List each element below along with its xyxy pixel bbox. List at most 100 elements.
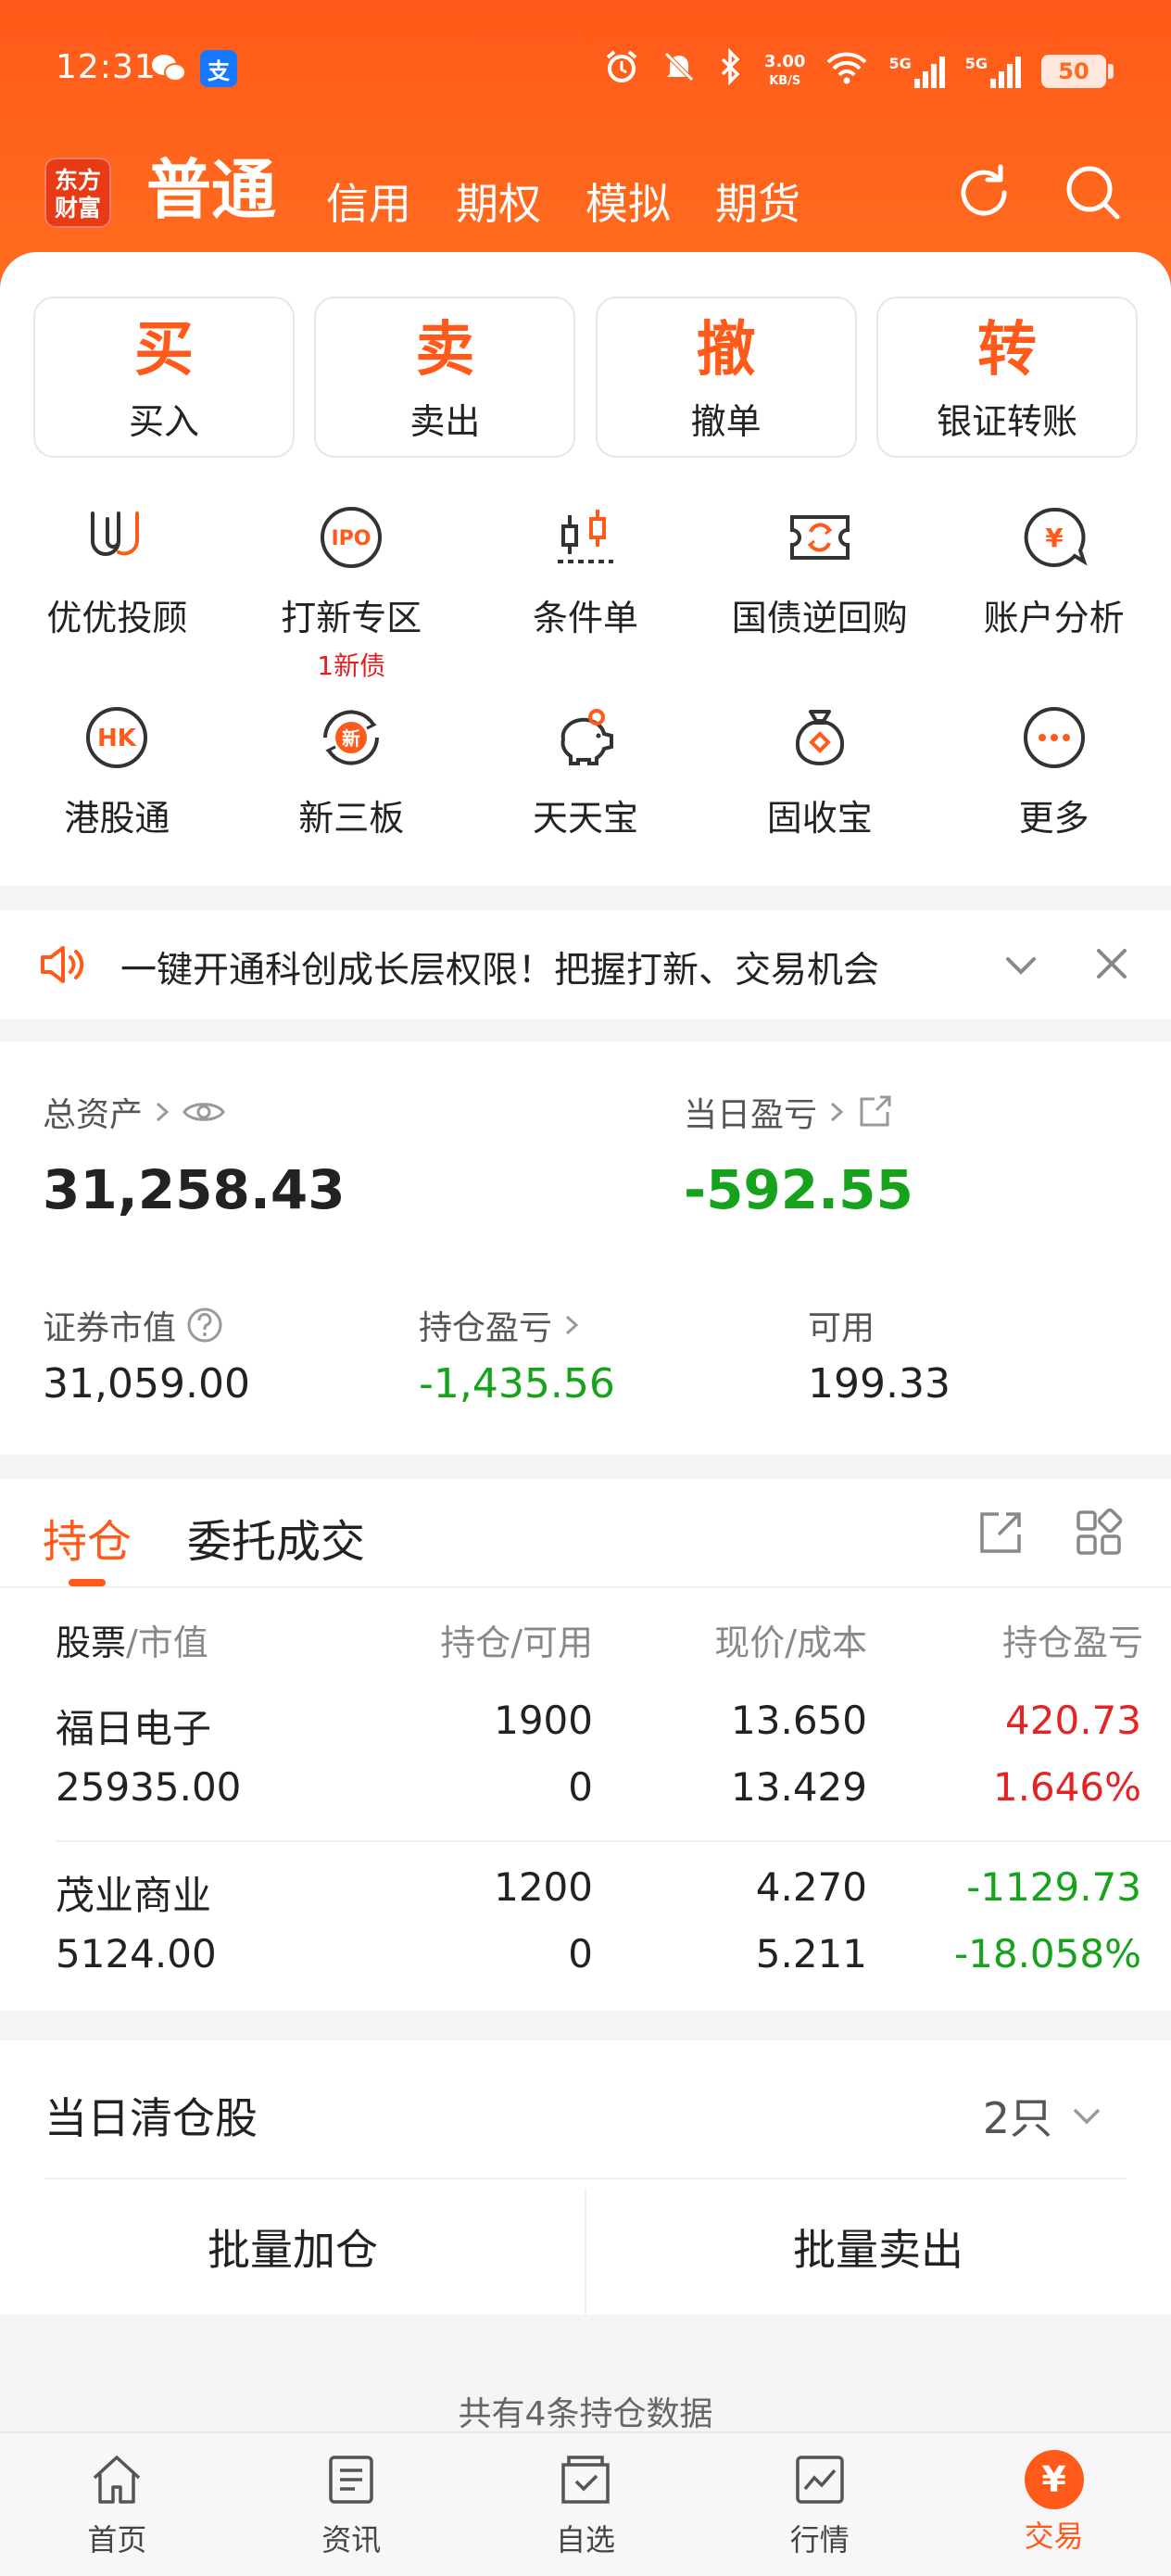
available-value: 199.33 bbox=[808, 1360, 951, 1408]
position-pl-label[interactable]: 持仓盈亏 bbox=[419, 1301, 582, 1349]
tabbar-watchlist[interactable]: 自选 bbox=[469, 2433, 703, 2576]
table-row[interactable]: 福日电子 25935.00 1900 0 13.650 13.429 420.7… bbox=[0, 1690, 1171, 1857]
sell-button[interactable]: 卖 卖出 bbox=[314, 297, 576, 458]
notice-bar[interactable]: 一键开通科创成长层权限！把握打新、交易机会 bbox=[0, 910, 1171, 1019]
daily-pl-label[interactable]: 当日盈亏 bbox=[684, 1088, 893, 1136]
cleared-stocks-section: 当日清仓股 2只 批量加仓 批量卖出 bbox=[0, 2040, 1171, 2315]
holdings-tabs: 持仓 委托成交 bbox=[0, 1479, 1171, 1588]
market-chart-icon bbox=[796, 2456, 844, 2504]
chevron-down-icon bbox=[1073, 2108, 1101, 2125]
news-icon bbox=[329, 2456, 373, 2504]
tab-orders[interactable]: 委托成交 bbox=[187, 1505, 365, 1570]
refresh-icon[interactable] bbox=[952, 161, 1015, 224]
bluetooth-icon bbox=[718, 47, 744, 94]
nav-tab-credit[interactable]: 信用 bbox=[326, 170, 411, 232]
stock-pl: 420.73 bbox=[1005, 1698, 1141, 1743]
nav-tab-simulation[interactable]: 模拟 bbox=[586, 170, 671, 232]
share-icon[interactable] bbox=[856, 1093, 893, 1130]
bank-transfer-button[interactable]: 转 银证转账 bbox=[875, 297, 1138, 458]
grid-item-ipo[interactable]: IPO 打新专区 1新债 bbox=[234, 487, 469, 688]
table-row[interactable]: 茂业商业 5124.00 1200 0 4.270 5.211 -1129.73… bbox=[0, 1857, 1171, 2024]
eye-icon[interactable] bbox=[182, 1096, 226, 1128]
status-time: 12:31 bbox=[56, 48, 157, 86]
new-board-icon: 新 bbox=[323, 710, 380, 765]
tabbar-trade[interactable]: ¥ 交易 bbox=[937, 2433, 1171, 2576]
stock-name: 茂业商业 bbox=[56, 1873, 212, 1918]
stock-market-value: 25935.00 bbox=[56, 1764, 242, 1810]
help-icon[interactable] bbox=[185, 1306, 224, 1345]
uu-icon bbox=[91, 511, 140, 556]
nav-tab-normal[interactable]: 普通 bbox=[146, 138, 276, 232]
chevron-right-icon bbox=[157, 1102, 170, 1122]
row-divider bbox=[56, 1840, 1171, 1842]
signal-5g-icon: 5G bbox=[888, 55, 945, 88]
signal-5g-icon-2: 5G bbox=[965, 55, 1021, 88]
holdings-table-header: 股票 /市值 持仓/可用 现价/成本 持仓盈亏 bbox=[56, 1623, 1141, 1663]
cleared-stocks-count[interactable]: 2只 bbox=[983, 2085, 1104, 2146]
top-nav: 东方 财富 普通 信用 期权 模拟 期货 bbox=[0, 148, 1171, 259]
chevron-right-icon bbox=[566, 1315, 579, 1335]
alipay-icon: 支 bbox=[200, 50, 237, 87]
assets-summary: 总资产 31,258.43 当日盈亏 -592.55 证券市值 31,059.0… bbox=[0, 1042, 1171, 1455]
trade-yen-icon: ¥ bbox=[1024, 2450, 1084, 2509]
batch-add-button[interactable]: 批量加仓 bbox=[0, 2179, 586, 2315]
tabbar-news[interactable]: 资讯 bbox=[234, 2433, 469, 2576]
bottom-tab-bar: 首页 资讯 自选 行情 ¥ 交易 bbox=[0, 2431, 1171, 2576]
stock-available: 0 bbox=[568, 1764, 593, 1810]
wifi-icon bbox=[825, 49, 868, 93]
grid-view-icon[interactable] bbox=[1073, 1507, 1125, 1559]
svg-text:新: 新 bbox=[342, 727, 360, 750]
total-assets-label[interactable]: 总资产 bbox=[43, 1088, 226, 1136]
nav-tab-futures[interactable]: 期货 bbox=[715, 170, 800, 232]
stock-name: 福日电子 bbox=[56, 1706, 212, 1751]
ipo-icon: IPO bbox=[321, 507, 383, 568]
home-icon bbox=[94, 2456, 141, 2504]
tabbar-home[interactable]: 首页 bbox=[0, 2433, 234, 2576]
trade-panel: 买 买入 卖 卖出 撤 撤单 转 银证转账 优优投顾 IPO 打新专区 1新债 bbox=[0, 252, 1171, 886]
cancel-order-button[interactable]: 撤 撤单 bbox=[595, 297, 857, 458]
stock-market-value: 5124.00 bbox=[56, 1931, 217, 1976]
svg-text:HK: HK bbox=[97, 725, 137, 752]
battery-icon: 50 bbox=[1041, 54, 1114, 88]
stock-pl: -1129.73 bbox=[966, 1864, 1141, 1910]
tab-underline bbox=[69, 1579, 106, 1586]
grid-item-tiantianbao[interactable]: 天天宝 bbox=[469, 688, 703, 888]
grid-item-account-analysis[interactable]: ¥ 账户分析 bbox=[937, 487, 1171, 688]
buy-button[interactable]: 买 买入 bbox=[33, 297, 295, 458]
holdings-section: 持仓 委托成交 股票 /市值 持仓/可用 现价/成本 持仓盈亏 福日电子 259… bbox=[0, 1479, 1171, 2011]
close-icon[interactable] bbox=[1091, 943, 1132, 984]
money-bag-icon bbox=[795, 710, 844, 766]
chevron-right-icon bbox=[831, 1102, 844, 1122]
export-icon[interactable] bbox=[975, 1507, 1026, 1559]
eastmoney-logo: 东方 财富 bbox=[44, 158, 111, 228]
status-bar: 12:31 支 3.00 KB/S 5G 5G 50 bbox=[0, 37, 1171, 102]
grid-item-bond-repo[interactable]: 国债逆回购 bbox=[702, 487, 937, 688]
stock-pl-pct: -18.058% bbox=[953, 1931, 1141, 1976]
tab-positions[interactable]: 持仓 bbox=[43, 1505, 132, 1570]
nav-tab-options[interactable]: 期权 bbox=[456, 170, 541, 232]
cleared-stocks-title: 当日清仓股 bbox=[44, 2093, 258, 2143]
stock-price: 4.270 bbox=[755, 1864, 867, 1910]
total-assets-value: 31,258.43 bbox=[43, 1158, 346, 1221]
grid-item-more[interactable]: 更多 bbox=[937, 688, 1171, 888]
more-icon bbox=[1023, 707, 1085, 768]
grid-item-advisor[interactable]: 优优投顾 bbox=[0, 487, 234, 688]
grid-item-hk-connect[interactable]: HK 港股通 bbox=[0, 688, 234, 888]
tabbar-market[interactable]: 行情 bbox=[702, 2433, 937, 2576]
stock-cost: 13.429 bbox=[731, 1764, 867, 1810]
search-icon[interactable] bbox=[1062, 161, 1125, 224]
speaker-icon bbox=[41, 946, 84, 983]
stock-position: 1900 bbox=[494, 1698, 593, 1743]
batch-sell-button[interactable]: 批量卖出 bbox=[586, 2179, 1171, 2315]
stock-available: 0 bbox=[568, 1931, 593, 1976]
daily-pl-value: -592.55 bbox=[684, 1158, 913, 1221]
wechat-icon bbox=[150, 50, 187, 87]
chevron-down-icon[interactable] bbox=[1001, 945, 1041, 986]
grid-item-new-third-board[interactable]: 新 新三板 bbox=[234, 688, 469, 888]
grid-item-gushoubao[interactable]: 固收宝 bbox=[702, 688, 937, 888]
yen-chat-icon: ¥ bbox=[1024, 507, 1088, 567]
piggy-bank-icon bbox=[560, 709, 613, 765]
grid-item-conditional-order[interactable]: 条件单 bbox=[469, 487, 703, 688]
candlestick-icon bbox=[557, 510, 613, 563]
market-value: 31,059.00 bbox=[43, 1360, 250, 1408]
